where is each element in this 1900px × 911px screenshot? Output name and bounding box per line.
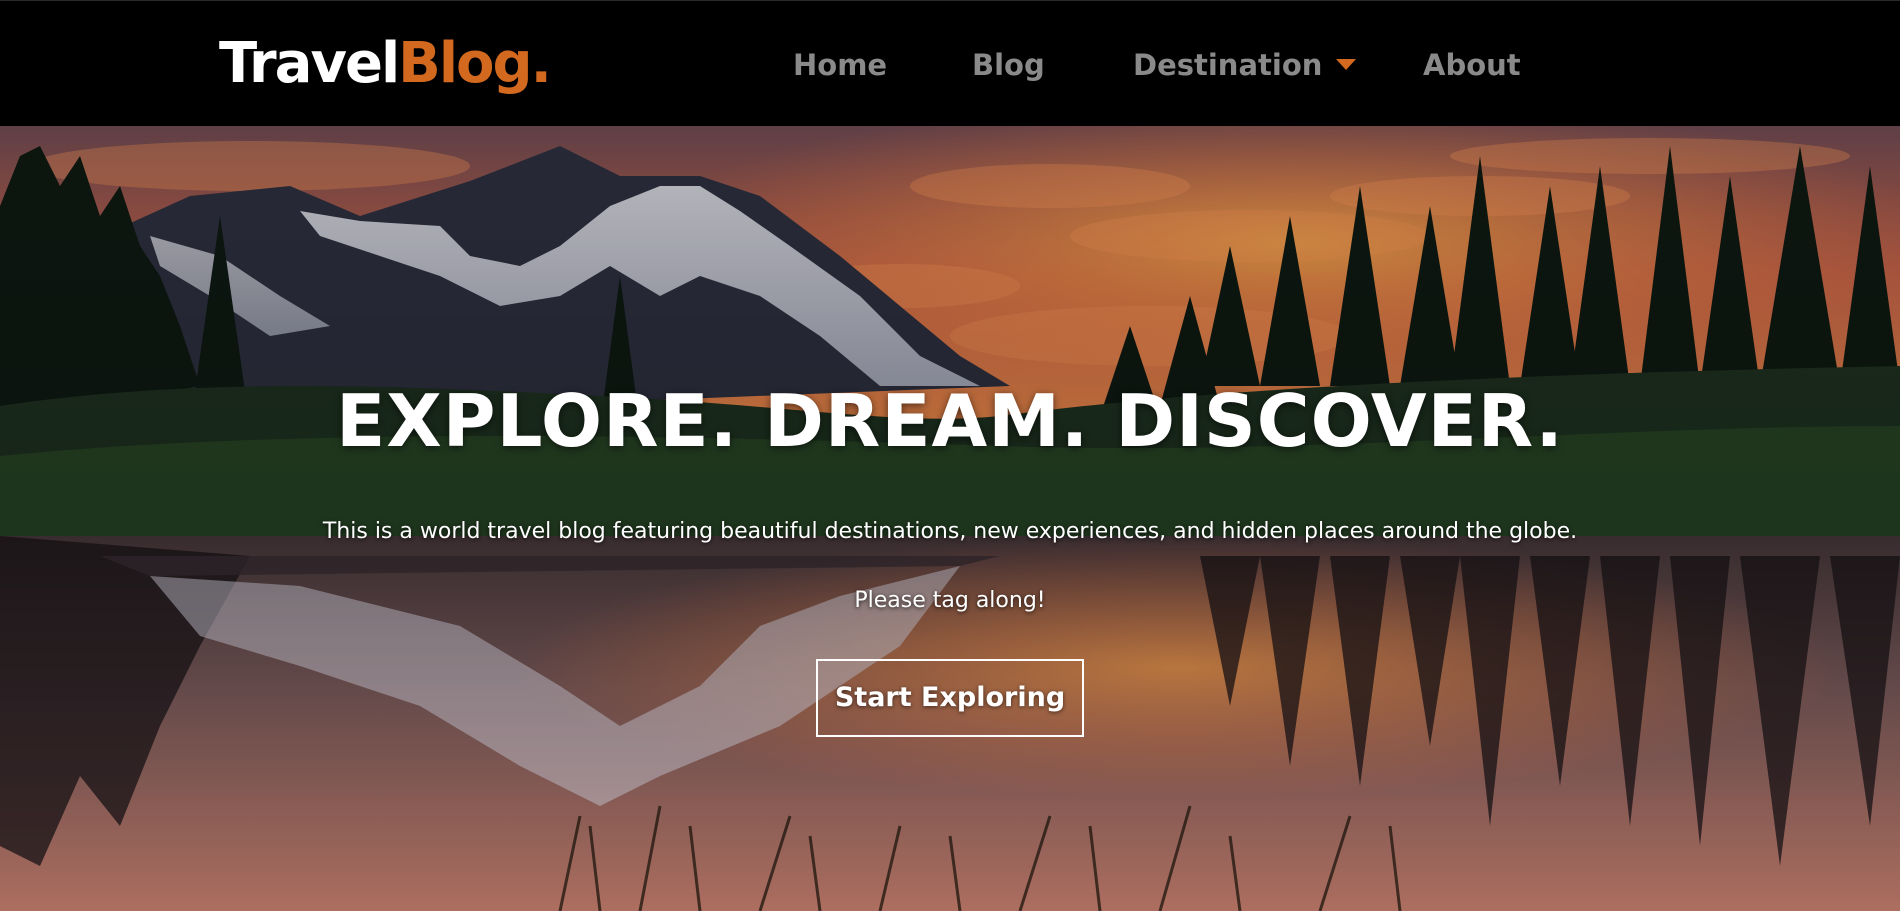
hero-section: EXPLORE. DREAM. DISCOVER. This is a worl…: [0, 126, 1900, 911]
brand-logo[interactable]: TravelBlog.: [219, 29, 552, 99]
navbar: TravelBlog. Home Blog Destination About: [0, 0, 1900, 126]
caret-down-icon: [1336, 58, 1357, 70]
nav-destination-label: Destination: [1133, 48, 1323, 82]
nav-home-link[interactable]: Home: [793, 45, 887, 85]
hero-title: EXPLORE. DREAM. DISCOVER.: [336, 379, 1564, 463]
hero-tagline: Please tag along!: [854, 588, 1046, 613]
nav-destination-dropdown[interactable]: Destination: [1133, 45, 1357, 85]
hero-description: This is a world travel blog featuring be…: [322, 519, 1578, 544]
brand-logo-part1: Travel: [219, 31, 400, 96]
nav-about-link[interactable]: About: [1423, 45, 1521, 85]
nav-blog-link[interactable]: Blog: [972, 45, 1045, 85]
start-exploring-button[interactable]: Start Exploring: [816, 659, 1084, 737]
brand-logo-part2: Blog.: [398, 31, 552, 96]
